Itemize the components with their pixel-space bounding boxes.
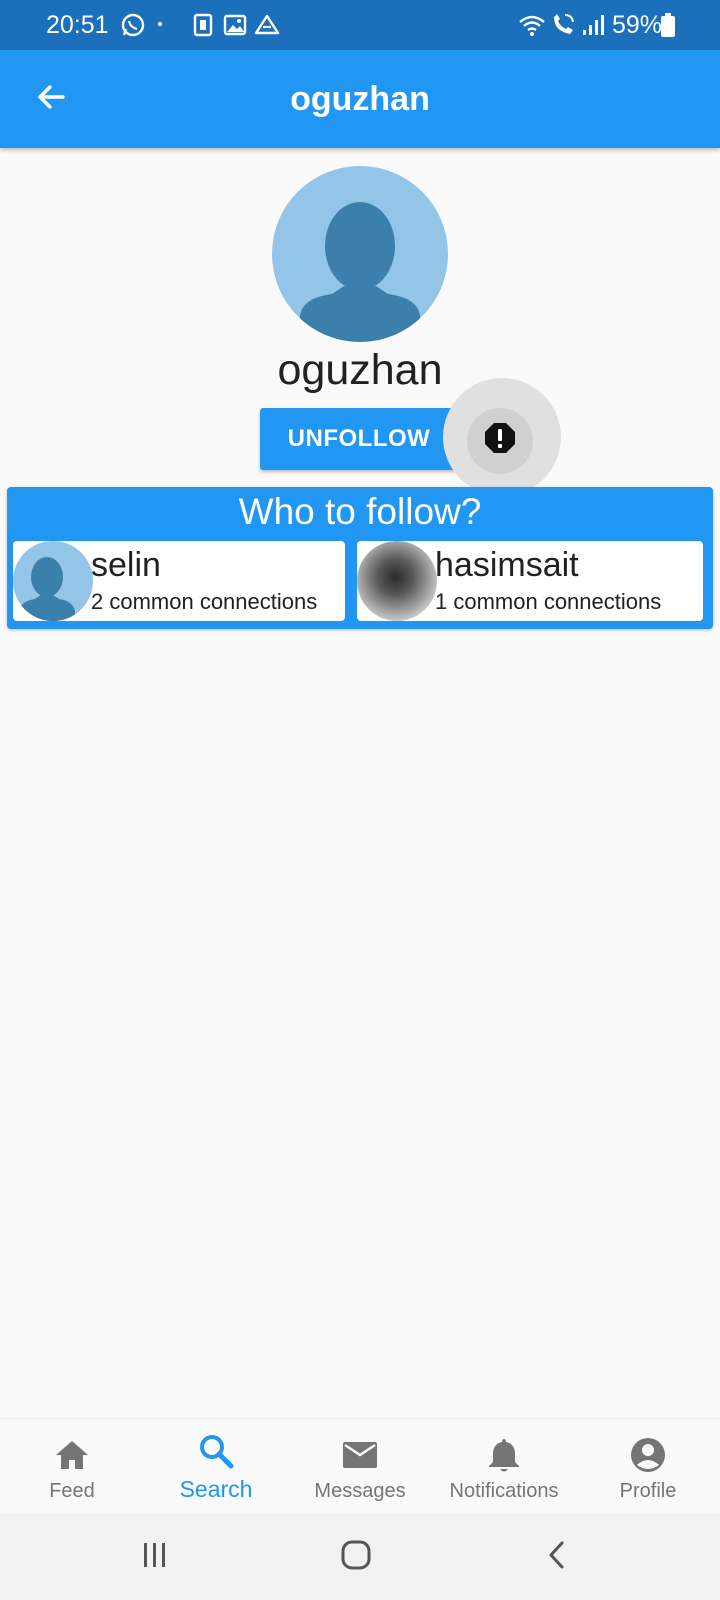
profile-avatar xyxy=(272,166,448,342)
nav-item-search[interactable]: Search xyxy=(144,1419,288,1515)
mail-icon xyxy=(340,1435,380,1475)
bottom-nav: Feed Search Messages Notifications Profi… xyxy=(0,1418,720,1515)
nav-label: Search xyxy=(179,1476,253,1502)
suggestion-common-connections: 1 common connections xyxy=(435,589,662,614)
avatar xyxy=(357,541,437,621)
suggestion-name: selin xyxy=(91,546,161,584)
report-button[interactable] xyxy=(480,420,520,460)
home-icon xyxy=(52,1435,92,1475)
home-button[interactable] xyxy=(333,1534,379,1580)
wifi-icon xyxy=(518,12,545,38)
nav-item-feed[interactable]: Feed xyxy=(0,1419,144,1515)
suggestion-common-connections: 2 common connections xyxy=(91,589,318,614)
nav-item-messages[interactable]: Messages xyxy=(288,1419,432,1515)
home-button-icon xyxy=(339,1538,373,1577)
unfollow-button[interactable]: UNFOLLOW xyxy=(260,408,458,470)
suggestion-card[interactable]: selin 2 common connections xyxy=(13,541,345,621)
gallery-icon xyxy=(222,12,248,38)
back-button-icon xyxy=(542,1540,572,1575)
nav-label: Notifications xyxy=(449,1480,559,1502)
status-bar: 20:51 59% xyxy=(0,0,720,50)
sim-icon xyxy=(190,12,216,38)
recents-button[interactable] xyxy=(132,1534,178,1580)
nav-label: Feed xyxy=(49,1480,95,1502)
suggestion-card[interactable]: hasimsait 1 common connections xyxy=(357,541,703,621)
report-icon xyxy=(483,421,517,460)
whatsapp-icon xyxy=(120,12,146,38)
avatar xyxy=(13,541,93,621)
dot-icon xyxy=(158,22,162,26)
nav-item-notifications[interactable]: Notifications xyxy=(432,1419,576,1515)
signal-icon xyxy=(580,12,606,38)
nav-item-profile[interactable]: Profile xyxy=(576,1419,720,1515)
status-time: 20:51 xyxy=(46,11,109,39)
drive-icon xyxy=(254,12,280,38)
wifi-call-icon xyxy=(550,12,576,38)
profile-name: oguzhan xyxy=(277,346,443,394)
page-title: oguzhan xyxy=(290,80,430,118)
back-nav-button[interactable] xyxy=(534,1534,580,1580)
search-icon xyxy=(196,1431,236,1471)
recents-icon xyxy=(140,1540,170,1575)
battery-icon xyxy=(660,12,676,38)
who-to-follow-title: Who to follow? xyxy=(238,491,482,532)
app-bar: oguzhan xyxy=(0,50,720,148)
who-to-follow-panel: Who to follow? selin 2 common connection… xyxy=(7,487,713,629)
account-circle-icon xyxy=(628,1435,668,1475)
suggestion-name: hasimsait xyxy=(435,546,579,584)
battery-percent: 59% xyxy=(611,11,662,39)
system-nav-bar xyxy=(0,1514,720,1600)
nav-label: Profile xyxy=(619,1480,677,1502)
bell-icon xyxy=(484,1435,524,1475)
nav-label: Messages xyxy=(314,1480,406,1502)
